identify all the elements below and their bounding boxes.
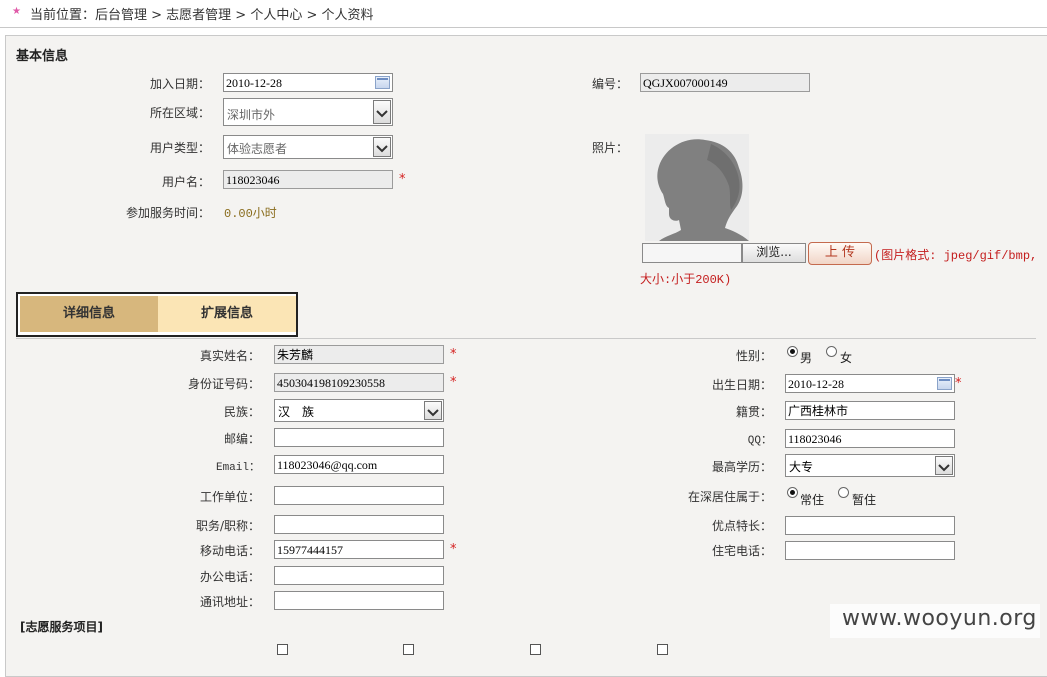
ethnic-select[interactable]: 汉 族: [274, 399, 444, 422]
idcard-label: 身份证号码：: [187, 377, 260, 391]
username-field: 118023046: [223, 170, 393, 189]
native-input[interactable]: 广西桂林市: [785, 401, 955, 420]
mobile-input[interactable]: 15977444157: [274, 540, 444, 559]
birth-input[interactable]: 2010-12-28: [785, 374, 955, 393]
breadcrumb: 当前位置：后台管理 > 志愿者管理 > 个人中心 > 个人资料: [30, 8, 374, 23]
gender-female-radio[interactable]: [826, 346, 837, 357]
service-checkbox[interactable]: [403, 644, 414, 655]
tab-extended[interactable]: 扩展信息: [158, 296, 296, 332]
email-input[interactable]: 118023046@qq.com: [274, 455, 444, 474]
username-label: 用户名：: [161, 175, 210, 189]
native-label: 籍贯：: [735, 405, 772, 419]
usertype-label: 用户类型：: [149, 141, 210, 155]
avatar: [645, 134, 749, 241]
star-icon: ★: [12, 6, 21, 17]
gender-male-radio[interactable]: [787, 346, 798, 357]
required-mark: *: [955, 376, 962, 391]
title-input[interactable]: [274, 515, 444, 534]
tab-detail[interactable]: 详细信息: [20, 296, 158, 332]
watermark: www.wooyun.org: [842, 606, 1037, 631]
residence-label: 在深居住属于：: [687, 490, 772, 504]
birth-label: 出生日期：: [711, 378, 772, 392]
tab-bar: 详细信息 扩展信息: [16, 292, 298, 337]
realname-label: 真实姓名：: [199, 349, 260, 363]
email-label: Email：: [215, 462, 260, 474]
edu-label: 最高学历：: [711, 460, 772, 474]
photo-label: 照片：: [591, 141, 628, 155]
serial-label: 编号：: [591, 77, 628, 91]
zip-input[interactable]: [274, 428, 444, 447]
service-checkbox[interactable]: [530, 644, 541, 655]
realname-field: 朱芳麟: [274, 345, 444, 364]
calendar-icon[interactable]: [375, 76, 390, 89]
residence-permanent-radio[interactable]: [787, 487, 798, 498]
divider: [16, 338, 1036, 339]
residence-permanent-label: 常住: [800, 493, 825, 507]
edu-select[interactable]: 大专: [785, 454, 955, 477]
ethnic-label: 民族：: [223, 405, 260, 419]
mobile-label: 移动电话：: [199, 544, 260, 558]
address-label: 通讯地址：: [199, 595, 260, 609]
gender-female-label: 女: [840, 351, 853, 365]
residence-temp-radio[interactable]: [838, 487, 849, 498]
gender-label: 性别：: [735, 349, 772, 363]
district-select[interactable]: 深圳市外: [223, 98, 393, 126]
employer-input[interactable]: [274, 486, 444, 505]
title-label: 职务/职称：: [195, 519, 260, 533]
chevron-down-icon: [373, 100, 391, 124]
service-time-label: 参加服务时间：: [125, 206, 210, 220]
breadcrumb-bar: ★ 当前位置：后台管理 > 志愿者管理 > 个人中心 > 个人资料: [0, 0, 1047, 28]
upload-hint-text: (图片格式: jpeg/gif/bmp,大小:小于200K): [640, 249, 1038, 287]
strength-input[interactable]: [785, 516, 955, 535]
calendar-icon[interactable]: [937, 377, 952, 390]
usertype-select[interactable]: 体验志愿者: [223, 135, 393, 159]
homephone-label: 住宅电话：: [711, 544, 772, 558]
qq-input[interactable]: 118023046: [785, 429, 955, 448]
strength-label: 优点特长：: [711, 519, 772, 533]
serial-field: QGJX007000149: [640, 73, 810, 92]
join-date-input[interactable]: 2010-12-28: [223, 73, 393, 92]
required-mark: *: [450, 542, 457, 557]
chevron-down-icon: [935, 456, 953, 475]
residence-temp-label: 暂住: [852, 493, 877, 507]
district-label: 所在区域：: [149, 106, 210, 120]
chevron-down-icon: [424, 401, 442, 420]
required-mark: *: [399, 172, 406, 187]
join-date-label: 加入日期：: [149, 77, 210, 91]
service-checkbox[interactable]: [657, 644, 668, 655]
section-title-basic: 基本信息: [16, 49, 69, 64]
address-input[interactable]: [274, 591, 444, 610]
qq-label: QQ：: [747, 435, 772, 447]
service-section-title: [志愿服务项目]: [20, 620, 103, 634]
zip-label: 邮编：: [223, 432, 260, 446]
gender-male-label: 男: [800, 351, 813, 365]
required-mark: *: [450, 375, 457, 390]
officephone-label: 办公电话：: [199, 570, 260, 584]
employer-label: 工作单位：: [199, 490, 260, 504]
officephone-input[interactable]: [274, 566, 444, 585]
idcard-field: 450304198109230558: [274, 373, 444, 392]
chevron-down-icon: [373, 137, 391, 157]
required-mark: *: [450, 347, 457, 362]
service-checkbox[interactable]: [277, 644, 288, 655]
homephone-input[interactable]: [785, 541, 955, 560]
service-time-value: 0.00小时: [224, 207, 277, 221]
